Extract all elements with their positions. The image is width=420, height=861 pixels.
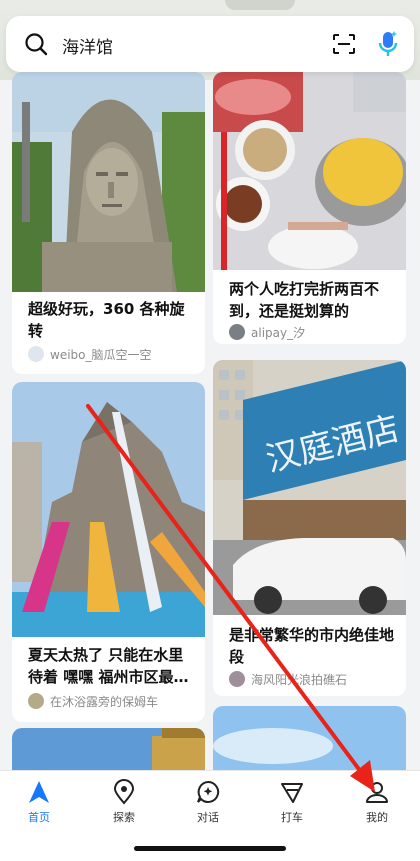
sky-image bbox=[213, 706, 406, 770]
tab-label: 探索 bbox=[113, 811, 135, 824]
taxi-flag-icon bbox=[281, 783, 303, 803]
search-icon bbox=[25, 33, 48, 56]
card-author: 在沐浴露旁的保姆车 bbox=[28, 692, 195, 710]
chat-bubble-icon bbox=[197, 780, 220, 803]
author-name: 海风阳光浪拍礁石 bbox=[251, 672, 348, 687]
card-author: 海风阳光浪拍礁石 bbox=[229, 670, 396, 688]
card-title: 夏天太热了 只能在水里待着 嘿嘿 福州市区最… bbox=[28, 646, 189, 686]
tab-chat[interactable]: 对话 bbox=[178, 779, 238, 825]
profile-icon bbox=[366, 782, 388, 803]
hotel-street-image: 汉庭酒店 bbox=[213, 360, 406, 615]
avatar bbox=[229, 671, 245, 687]
avatar bbox=[229, 324, 245, 340]
tab-profile[interactable]: 我的 bbox=[347, 779, 407, 825]
card-author: weibo_脑瓜空一空 bbox=[28, 345, 195, 363]
avatar bbox=[28, 693, 44, 709]
tab-explore[interactable]: 探索 bbox=[94, 779, 154, 825]
hotpot-image bbox=[213, 72, 406, 270]
author-name: weibo_脑瓜空一空 bbox=[50, 347, 152, 362]
building-image bbox=[12, 728, 205, 770]
card-title: 两个人吃打完折两百不到，还是挺划算的 bbox=[229, 280, 380, 320]
feed-card[interactable] bbox=[12, 728, 205, 770]
tab-label: 我的 bbox=[366, 811, 388, 824]
sphinx-statue-image bbox=[12, 72, 205, 292]
water-park-image bbox=[12, 382, 205, 637]
home-indicator[interactable] bbox=[134, 846, 286, 851]
feed-card[interactable]: 夏天太热了 只能在水里待着 嘿嘿 福州市区最… 在沐浴露旁的保姆车 bbox=[12, 382, 205, 722]
tab-home[interactable]: 首页 bbox=[9, 779, 69, 825]
feed-card[interactable] bbox=[213, 706, 406, 770]
location-pin-icon bbox=[113, 779, 135, 805]
avatar bbox=[28, 346, 44, 362]
tab-label: 首页 bbox=[28, 811, 50, 824]
search-bar[interactable]: 海洋馆 bbox=[6, 16, 414, 72]
author-name: alipay_汐 bbox=[251, 325, 306, 340]
voice-mic-icon[interactable] bbox=[376, 29, 400, 59]
feed-card[interactable]: 两个人吃打完折两百不到，还是挺划算的 alipay_汐 bbox=[213, 72, 406, 344]
feed-card[interactable]: 超级好玩，360 各种旋转 weibo_脑瓜空一空 bbox=[12, 72, 205, 374]
search-query[interactable]: 海洋馆 bbox=[62, 33, 113, 58]
content-feed[interactable]: 超级好玩，360 各种旋转 weibo_脑瓜空一空 夏天太热了 只能在水里待着 … bbox=[0, 72, 420, 770]
scan-icon[interactable] bbox=[332, 33, 356, 55]
card-title: 是非常繁华的市内绝佳地段 bbox=[229, 626, 395, 666]
feed-card[interactable]: 汉庭酒店 是非常繁华的市内绝佳地段 海风阳光浪拍礁石 bbox=[213, 360, 406, 696]
card-title: 超级好玩，360 各种旋转 bbox=[28, 300, 185, 340]
tab-label: 对话 bbox=[197, 811, 219, 824]
home-arrow-icon bbox=[29, 781, 49, 803]
tab-label: 打车 bbox=[281, 811, 303, 824]
tab-taxi[interactable]: 打车 bbox=[262, 779, 322, 825]
card-author: alipay_汐 bbox=[229, 323, 396, 341]
author-name: 在沐浴露旁的保姆车 bbox=[50, 694, 159, 709]
